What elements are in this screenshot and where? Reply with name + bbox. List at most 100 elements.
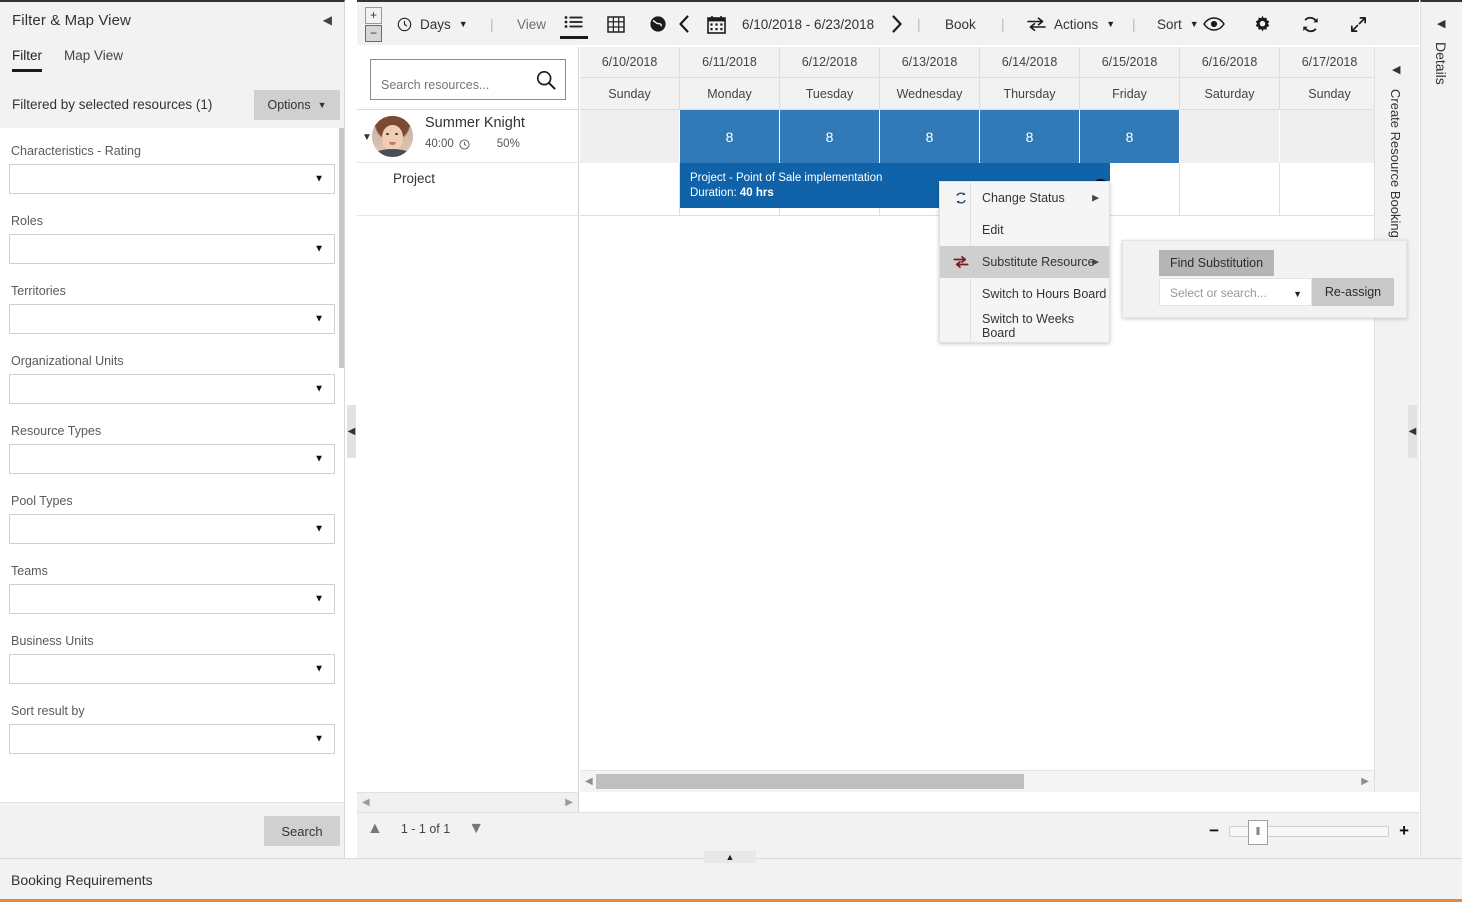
timeline-hscrollbar[interactable]: ◀ ▶ [580,770,1374,792]
right-splitter-handle[interactable]: ◀ [1408,405,1417,458]
zoom-out-button[interactable]: − [1209,822,1219,839]
avatar [372,116,413,157]
capacity-cell[interactable] [580,110,680,163]
timeline-weekday-cell: Thursday [980,78,1080,110]
resource-row-summer-knight[interactable]: ▼ Summer Knight 40:00 50% [357,110,578,163]
resource-search-box[interactable] [370,59,566,100]
scroll-left-icon[interactable]: ◀ [585,776,593,787]
capacity-cell[interactable]: 8 [980,110,1080,163]
capacity-cell[interactable]: 8 [680,110,780,163]
date-range-label: 6/10/2018 - 6/23/2018 [742,16,875,32]
select-roles[interactable]: ▼ [9,234,335,264]
zoom-slider-track[interactable]: ‖ [1229,819,1390,845]
eye-icon[interactable] [1197,9,1231,39]
field-roles: Roles ▼ [9,214,335,264]
prev-period-icon[interactable] [677,14,691,34]
capacity-cell[interactable]: 8 [1080,110,1180,163]
re-assign-button[interactable]: Re-assign [1312,278,1394,306]
timeline-date-cell: 6/15/2018 [1080,47,1180,78]
chevron-left-icon[interactable]: ◀ [1392,63,1400,76]
context-menu-item-change-status[interactable]: Change Status ▶ [940,182,1109,214]
search-input[interactable] [379,60,531,99]
resource-list-hscrollbar[interactable]: ◀ ▶ [357,792,579,812]
booking-context-menu: Change Status ▶ Edit Substitute Resource… [939,181,1110,343]
field-label: Pool Types [11,494,73,508]
time-scale-selector[interactable]: Days ▼ [397,2,468,46]
create-resource-booking-label: Create Resource Booking [1388,89,1403,238]
select-sort-result-by[interactable]: ▼ [9,724,335,754]
grid-view-icon[interactable] [602,9,630,39]
resource-child-label: Project [393,171,436,186]
calendar-icon[interactable] [707,15,726,34]
substitute-resource-select[interactable]: Select or search... ▼ [1159,278,1312,306]
collapse-rows-icon[interactable]: − [365,24,382,42]
expand-resource-icon[interactable]: ▼ [362,132,372,143]
field-label: Territories [11,284,66,298]
timeline-grid: 6/10/2018 6/11/2018 6/12/2018 6/13/2018 … [580,47,1380,792]
select-resource-types[interactable]: ▼ [9,444,335,474]
chevron-left-icon[interactable]: ◀ [1437,17,1445,30]
filter-panel-scrollbar[interactable] [339,128,344,368]
context-menu-item-substitute-resource[interactable]: Substitute Resource ▶ [940,246,1109,278]
find-substitution-title[interactable]: Find Substitution [1159,250,1274,276]
select-pool-types[interactable]: ▼ [9,514,335,544]
globe-view-icon[interactable] [644,9,672,39]
fullscreen-icon[interactable] [1341,9,1375,39]
field-label: Characteristics - Rating [11,144,141,158]
tab-filter[interactable]: Filter [12,48,42,72]
next-period-icon[interactable] [890,14,904,34]
select-characteristics-rating[interactable]: ▼ [9,164,335,194]
booking-grid-cell[interactable] [1180,163,1280,216]
page-down-icon[interactable]: ▼ [468,821,484,837]
search-button[interactable]: Search [264,816,340,846]
zoom-in-button[interactable]: + [1399,822,1409,839]
booking-grid-cell[interactable] [580,163,680,216]
capacity-cell[interactable] [1180,110,1280,163]
select-teams[interactable]: ▼ [9,584,335,614]
details-rail[interactable]: ◀ Details [1420,0,1462,858]
change-status-icon [952,189,970,207]
capacity-cell[interactable] [1280,110,1380,163]
expand-rows-icon[interactable]: + [365,6,382,24]
zoom-slider-thumb[interactable]: ‖ [1248,819,1269,845]
capacity-cell[interactable]: 8 [880,110,980,163]
row-expand-collapse-group: + − [365,5,382,43]
capacity-cell[interactable]: 8 [780,110,880,163]
booking-requirements-panel[interactable]: Booking Requirements [0,858,1462,902]
board-collapse-handle[interactable]: ▲ [704,851,756,863]
chevron-down-icon: ▼ [314,453,324,465]
resource-column-header [357,47,579,110]
select-business-units[interactable]: ▼ [9,654,335,684]
booking-grid-cell[interactable] [1280,163,1380,216]
scrollbar-thumb[interactable] [596,774,1024,789]
sort-menu[interactable]: Sort ▼ [1157,2,1199,46]
scroll-right-icon[interactable]: ▶ [1361,776,1369,787]
context-menu-item-edit[interactable]: Edit [940,214,1109,246]
book-button[interactable]: Book [945,2,976,46]
refresh-icon[interactable] [1293,9,1327,39]
filter-panel-header: Filter & Map View ◀ Filter Map View Filt… [0,2,344,128]
capacity-row: 8 8 8 8 8 [580,110,1380,163]
tab-filter-label: Filter [12,48,42,63]
select-organizational-units[interactable]: ▼ [9,374,335,404]
gear-icon[interactable] [1245,9,1279,39]
list-view-icon[interactable] [560,9,589,39]
resource-child-row-project[interactable]: Project [357,163,578,216]
context-menu-item-switch-to-weeks-board[interactable]: Switch to Weeks Board [940,310,1109,342]
timeline-weekday-cell: Sunday [1280,78,1380,110]
context-menu-item-label: Edit [982,223,1004,237]
scroll-left-icon[interactable]: ◀ [362,797,370,808]
select-territories[interactable]: ▼ [9,304,335,334]
timeline-weekday-cell: Monday [680,78,780,110]
panel-collapse-icon[interactable]: ◀ [323,14,332,26]
field-label: Sort result by [11,704,85,718]
context-menu-item-switch-to-hours-board[interactable]: Switch to Hours Board [940,278,1109,310]
page-up-icon[interactable]: ▲ [367,821,383,837]
search-icon[interactable] [535,69,557,91]
options-button[interactable]: Options ▼ [254,90,340,120]
scroll-right-icon[interactable]: ▶ [565,797,573,808]
left-splitter-handle[interactable]: ◀ [347,405,356,458]
resource-list: ▼ Summer Knight 40:00 50% Project [357,110,579,792]
actions-menu[interactable]: Actions ▼ [1027,2,1115,46]
tab-map-view[interactable]: Map View [64,48,123,72]
